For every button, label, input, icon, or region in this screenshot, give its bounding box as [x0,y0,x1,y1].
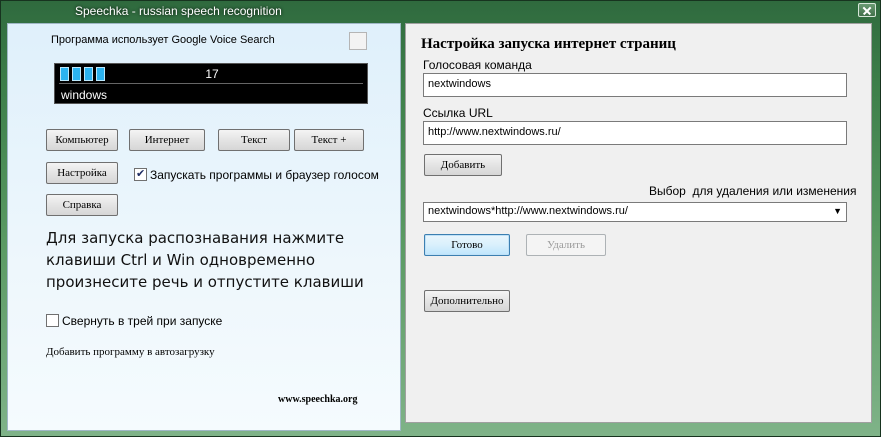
recognized-word: windows [61,88,108,102]
more-button[interactable]: Дополнительно [424,290,510,312]
select-label: Выбор для удаления или изменения [649,184,857,198]
title-bar[interactable]: Speechka - russian speech recognition [1,1,881,23]
voice-command-label: Голосовая команда [423,58,532,72]
minimize-tray-checkbox[interactable] [46,314,59,327]
internet-button[interactable]: Интернет [129,129,205,151]
site-link[interactable]: www.speechka.org [278,394,357,405]
computer-button[interactable]: Компьютер [46,129,118,151]
text-plus-button[interactable]: Текст + [294,129,364,151]
autostart-link[interactable]: Добавить программу в автозагрузку [46,346,215,358]
minimize-tray-label: Свернуть в трей при запуске [62,314,223,328]
url-input[interactable]: http://www.nextwindows.ru/ [423,121,847,145]
recognition-meter: 17 windows [54,63,368,104]
panel-heading: Настройка запуска интернет страниц [421,36,676,52]
entry-select-value: nextwindows*http://www.nextwindows.ru/ [428,205,628,217]
close-button[interactable] [858,3,876,17]
entry-select[interactable]: nextwindows*http://www.nextwindows.ru/ ▼ [423,202,847,222]
chevron-down-icon: ▼ [833,206,842,216]
done-button[interactable]: Готово [424,234,510,256]
help-button[interactable]: Справка [46,194,118,216]
voice-command-input[interactable]: nextwindows [423,73,847,97]
internet-settings-panel: Настройка запуска интернет страниц Голос… [405,23,872,423]
app-window: Speechka - russian speech recognition Пр… [0,0,881,437]
add-button[interactable]: Добавить [424,154,502,176]
google-voice-checkbox[interactable] [349,32,367,50]
instruction-text: Для запуска распознавания нажмите клавиш… [46,229,364,291]
meter-count: 17 [205,67,219,81]
launch-voice-checkbox[interactable] [134,167,147,181]
settings-button[interactable]: Настройка [46,162,118,184]
launch-voice-label: Запускать программы и браузер голосом [150,168,379,182]
text-button[interactable]: Текст [218,129,290,151]
meter-divider [59,83,363,84]
url-label: Ссылка URL [423,106,493,120]
delete-button[interactable]: Удалить [526,234,606,256]
main-panel: Программа использует Google Voice Search… [7,23,401,431]
google-voice-label: Программа использует Google Voice Search [51,34,275,46]
window-title: Speechka - russian speech recognition [75,4,282,18]
